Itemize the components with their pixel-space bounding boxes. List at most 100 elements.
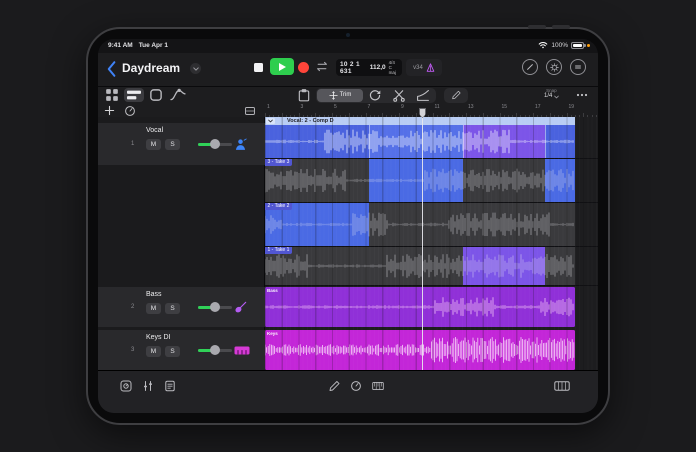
back-button[interactable]: [104, 60, 118, 78]
volume-slider-knob[interactable]: [210, 302, 220, 312]
solo-button[interactable]: S: [165, 303, 180, 314]
ruler-bar-number: 17: [535, 104, 541, 110]
solo-button[interactable]: S: [165, 139, 180, 150]
pencil-tool-button[interactable]: [444, 87, 468, 103]
play-icon: [279, 62, 286, 71]
battery-percent: 100%: [551, 41, 568, 49]
tracks-view-icon[interactable]: [124, 88, 144, 102]
keyboard-badge-icon: [234, 346, 250, 355]
more-circle-icon[interactable]: [570, 59, 586, 75]
mute-button[interactable]: M: [146, 139, 161, 150]
playhead-line[interactable]: [422, 111, 423, 370]
track-headers: 1 Vocal M S 2 Bass M S 3 Keys DI M S: [98, 117, 265, 371]
keys-region-lane[interactable]: Keys: [265, 330, 598, 370]
knob-circle-icon[interactable]: [522, 59, 538, 75]
bass-region[interactable]: Bass: [265, 287, 575, 327]
track-number: 2: [131, 304, 135, 310]
comp-region-header-strip[interactable]: Vocal: 2 - Comp D: [265, 117, 598, 125]
take-region: [265, 203, 575, 246]
secondary-toolbar: Trim Snap 1/4: [98, 87, 598, 103]
front-camera: [346, 32, 350, 37]
trim-tool-label: Trim: [339, 92, 352, 98]
track-header-bass[interactable]: 2 Bass M S: [98, 287, 265, 327]
control-bar: Daydream 10 2 1 631 112,0 4/4 C maj v34: [98, 53, 598, 87]
more-icon[interactable]: [576, 93, 588, 97]
stop-button[interactable]: [250, 60, 266, 74]
pencil-icon[interactable]: [328, 380, 340, 392]
ruler-bar-number: 15: [501, 104, 508, 110]
lcd-key: C maj: [388, 65, 396, 75]
trim-tool-button[interactable]: Trim: [317, 88, 363, 102]
inspector-icon[interactable]: [120, 380, 132, 392]
volume-button: [528, 25, 546, 29]
comp-disclosure-button[interactable]: [266, 118, 275, 124]
take-label: 3 - Take 3: [265, 159, 292, 166]
metronome-group[interactable]: v34: [406, 59, 442, 76]
snap-control[interactable]: Snap 1/4: [544, 88, 559, 100]
mixer-icon[interactable]: [142, 380, 154, 392]
play-button[interactable]: [270, 58, 294, 75]
take-label: 2 - Take 2: [265, 203, 292, 210]
piano-icon[interactable]: [372, 380, 384, 392]
notes-list-icon[interactable]: [164, 380, 176, 392]
track-name: Bass: [146, 291, 162, 298]
track-name: Vocal: [146, 127, 164, 134]
track-name: Keys DI: [146, 334, 171, 341]
grid-view-icon[interactable]: [102, 88, 122, 102]
take-lane-1[interactable]: 3 - Take 3: [265, 159, 598, 203]
snap-value: 1/4: [544, 93, 553, 99]
wifi-icon: [538, 41, 548, 49]
region-label: Bass: [267, 288, 278, 293]
volume-slider-knob[interactable]: [210, 139, 220, 149]
mic-in-use-indicator: [587, 43, 590, 47]
loop-tool-button[interactable]: [363, 89, 387, 102]
play-surface-keyboard-icon[interactable]: [554, 380, 570, 392]
automation-icon[interactable]: [168, 88, 188, 102]
project-menu-chevron-icon[interactable]: [190, 63, 201, 74]
crosshair-icon: [328, 90, 338, 100]
solo-button[interactable]: S: [165, 346, 180, 357]
track-header-keys-di[interactable]: 3 Keys DI M S: [98, 330, 265, 370]
track-number: 3: [131, 347, 135, 353]
ruler-bar-number: 11: [434, 104, 440, 110]
take-lane-2[interactable]: 2 - Take 2: [265, 203, 598, 247]
loops-view-icon[interactable]: [146, 88, 166, 102]
comp-region-body: [265, 125, 575, 158]
volume-slider-knob[interactable]: [210, 345, 220, 355]
waveform: [265, 254, 574, 278]
ruler-bar-number: 19: [568, 104, 575, 110]
keys-region[interactable]: Keys: [265, 330, 575, 370]
take-lane-3[interactable]: 1 - Take 1: [265, 247, 598, 286]
split-tool-button[interactable]: [387, 89, 411, 102]
status-bar: 9:41 AM Tue Apr 1 100%: [98, 39, 598, 53]
region-label: Keys: [267, 331, 278, 336]
paste-icon[interactable]: [294, 88, 314, 102]
comp-region-label: Vocal: 2 - Comp D: [287, 118, 334, 124]
project-title[interactable]: Daydream: [122, 61, 180, 75]
mute-button[interactable]: M: [146, 346, 161, 357]
fade-tool-button[interactable]: [411, 89, 435, 102]
waveform: [265, 212, 574, 237]
comp-region[interactable]: [265, 125, 598, 159]
waveform: [265, 337, 575, 363]
record-button[interactable]: [297, 61, 309, 73]
ruler-bar-number: 5: [334, 104, 337, 110]
tracks-timeline[interactable]: Vocal: 2 - Comp D 3 - Take 3 2 - Take 2 1 -…: [265, 117, 598, 370]
metronome-icon[interactable]: [426, 63, 435, 72]
waveform: [265, 297, 574, 317]
ruler-bar-number: 9: [401, 104, 404, 110]
track-header-vocal[interactable]: 1 Vocal M S: [98, 123, 265, 165]
ruler-bar-number: 7: [367, 104, 371, 110]
cycle-button[interactable]: [314, 61, 330, 72]
lcd-display[interactable]: 10 2 1 631 112,0 4/4 C maj: [336, 59, 402, 76]
track-height-icon[interactable]: [244, 105, 256, 117]
mute-button[interactable]: M: [146, 303, 161, 314]
track-options-icon[interactable]: [124, 105, 136, 117]
settings-gear-icon[interactable]: [546, 59, 562, 75]
bass-region-lane[interactable]: Bass: [265, 287, 598, 327]
singer-icon: [234, 138, 247, 151]
take-region: [265, 247, 575, 285]
add-track-button[interactable]: [104, 105, 115, 116]
app-screen: 9:41 AM Tue Apr 1 100% Daydream 10 2 1 6…: [98, 39, 598, 413]
knob-icon[interactable]: [350, 380, 362, 392]
